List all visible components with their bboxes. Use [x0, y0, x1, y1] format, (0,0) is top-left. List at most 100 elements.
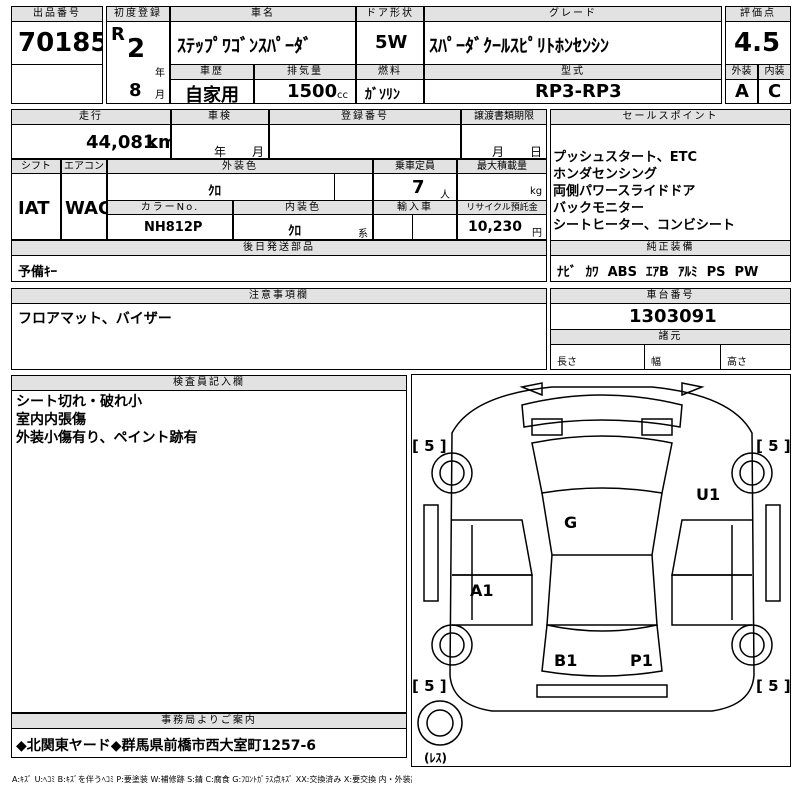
ext-grade-cell: A [725, 79, 758, 104]
notes-text: フロアマット、バイザー [18, 311, 172, 327]
displacement-label: 排気量 [254, 64, 356, 80]
sales-points: プッシュスタート、ETC ホンダセンシング 両側パワースライドドア バックモニタ… [553, 149, 735, 234]
tread-front-left: [ 5 ] [412, 437, 447, 455]
tread-rear-left: [ 5 ] [412, 677, 447, 695]
inspection-month-unit: 月 [252, 145, 265, 159]
score: 4.5 [734, 28, 781, 58]
damage-mark-b1: B1 [554, 651, 578, 670]
sales-point: ホンダセンシング [553, 167, 658, 182]
grade: ｽﾊﾟｰﾀﾞｸｰﾙｽﾋﾟﾘﾄﾎﾝｾﾝｼﾝ [429, 36, 609, 57]
length-cell: 長さ [550, 344, 645, 370]
equip-item: ｶﾜ [585, 265, 599, 280]
sales-point: 両側パワースライドドア [553, 184, 696, 199]
frame-label: 車台番号 [550, 288, 791, 304]
later-parts: 予備ｷｰ [18, 265, 58, 280]
model-label: 型式 [424, 64, 722, 80]
car-name: ｽﾃｯﾌﾟﾜｺﾞﾝｽﾊﾟｰﾀﾞ [177, 36, 312, 57]
color-blank-cell [334, 173, 373, 201]
frame-cell: 1303091 [550, 303, 791, 330]
import-label: 輸入車 [373, 200, 457, 215]
fuel: ｶﾞｿﾘﾝ [365, 87, 400, 103]
fuel-cell: ｶﾞｿﾘﾝ [356, 79, 424, 104]
reg-era: R [111, 24, 125, 45]
legend: A:ｷｽﾞ U:ﾍｺﾐ B:ｷｽﾞを伴うﾍｺﾐ P:要塗装 W:補修跡 S:錆 … [12, 775, 412, 784]
equip-item: ｱﾙﾐ [678, 265, 698, 280]
score-label: 評価点 [725, 6, 791, 22]
office-label: 事務局よりご案内 [11, 713, 407, 729]
car-diagram: [ 5 ] [ 5 ] [ 5 ] [ 5 ] U1 G A1 B1 P1 (ﾚ… [411, 374, 791, 767]
frame-number: 1303091 [629, 306, 717, 327]
equip-item: ｴｱB [646, 265, 669, 280]
ext-grade-label: 外装 [725, 64, 758, 80]
damage-mark-u1: U1 [696, 485, 721, 504]
office-text: ◆北関東ヤード◆群馬県前橋市西大室町1257-6 [16, 738, 317, 754]
intcolor-cell: ｸﾛ 系 [233, 214, 373, 240]
inspector-lines: シート切れ・破れ小 室内内張傷 外装小傷有り、ペイント跡有 [16, 393, 197, 447]
inspector-line: 室内内張傷 [16, 412, 86, 428]
inspection-label: 車検 [171, 109, 269, 125]
grade-label: グレード [424, 6, 722, 22]
equip-item: PW [734, 265, 759, 280]
equip-item: PS [706, 265, 726, 280]
displacement-unit: cc [337, 90, 348, 101]
sales-point: シートヒーター、コンビシート [553, 218, 735, 233]
import-cell [373, 214, 413, 240]
mileage-unit: km [146, 132, 170, 153]
height-label: 高さ [727, 357, 747, 368]
reg-cell: R 2 年 8 月 [106, 21, 170, 104]
lot-number: 70185 [18, 28, 103, 58]
later-cell: 予備ｷｰ [11, 255, 547, 282]
transfer-label: 譲渡書類期限 [461, 109, 547, 125]
equip-label: 純正装備 [550, 240, 791, 256]
regno-cell [269, 124, 461, 159]
color: ｸﾛ [208, 184, 221, 199]
recycle-cell: 10,230 円 [457, 214, 547, 240]
shift-cell: IAT [11, 173, 61, 240]
notes-cell: フロアマット、バイザー [11, 303, 547, 370]
inspector-line: シート切れ・破れ小 [16, 394, 142, 410]
int-grade-cell: C [758, 79, 791, 104]
door-type: 5W [375, 32, 408, 53]
lot-cell: 70185 [11, 21, 103, 65]
notes-label: 注意事項欄 [11, 288, 547, 304]
color-no: NH812P [144, 220, 203, 235]
shift-label: シフト [11, 159, 61, 174]
int-grade-label: 内装 [758, 64, 791, 80]
score-cell: 4.5 [725, 21, 791, 65]
auction-sheet: 出品番号 70185 初度登録 R 2 年 8 月 車名 ｽﾃｯﾌﾟﾜｺﾞﾝｽﾊ… [0, 0, 797, 792]
transfer-month: 月 [492, 145, 505, 159]
fuel-label: 燃料 [356, 64, 424, 80]
mileage-label: 走行 [11, 109, 171, 125]
equip-item: ﾅﾋﾞ [557, 265, 577, 280]
height-cell: 高さ [720, 344, 791, 370]
ac-cell: WAC [61, 173, 107, 240]
office-cell: ◆北関東ヤード◆群馬県前橋市西大室町1257-6 [11, 728, 407, 758]
inspector-line: 外装小傷有り、ペイント跡有 [16, 430, 198, 446]
int-color: ｸﾛ [288, 224, 301, 239]
capacity-unit: 人 [440, 190, 450, 201]
history: 自家用 [185, 85, 239, 104]
sales-point: バックモニター [553, 201, 645, 216]
load-unit: kg [530, 186, 543, 197]
reg-year: 2 [127, 34, 146, 64]
spec-label: 諸元 [550, 329, 791, 345]
ac: WAC [65, 198, 107, 219]
transfer-cell: 月 日 [461, 124, 547, 159]
damage-mark-a1: A1 [470, 581, 494, 600]
grade-cell: ｽﾊﾟｰﾀﾞｸｰﾙｽﾋﾟﾘﾄﾎﾝｾﾝｼﾝ [424, 21, 722, 65]
later-label: 後日発送部品 [11, 240, 547, 256]
car-diagram-drawing [417, 382, 781, 746]
mileage-cell: 44,081 km [11, 124, 171, 159]
load-label: 最大積載量 [457, 159, 547, 174]
load-cell: kg [457, 173, 547, 201]
inspection-year-unit: 年 [214, 145, 227, 159]
history-cell: 自家用 [170, 79, 254, 104]
equip-list: ﾅﾋﾞ ｶﾜ ABS ｴｱB ｱﾙﾐ PS PW [557, 261, 758, 280]
car-name-label: 車名 [170, 6, 356, 22]
transfer-day: 日 [530, 145, 543, 159]
model-cell: RP3-RP3 [424, 79, 722, 104]
lot-blank-cell [11, 64, 103, 104]
tread-front-right: [ 5 ] [756, 437, 791, 455]
spare-tire-label: (ﾚｽ) [424, 751, 447, 765]
capacity-cell: 7 人 [373, 173, 457, 201]
